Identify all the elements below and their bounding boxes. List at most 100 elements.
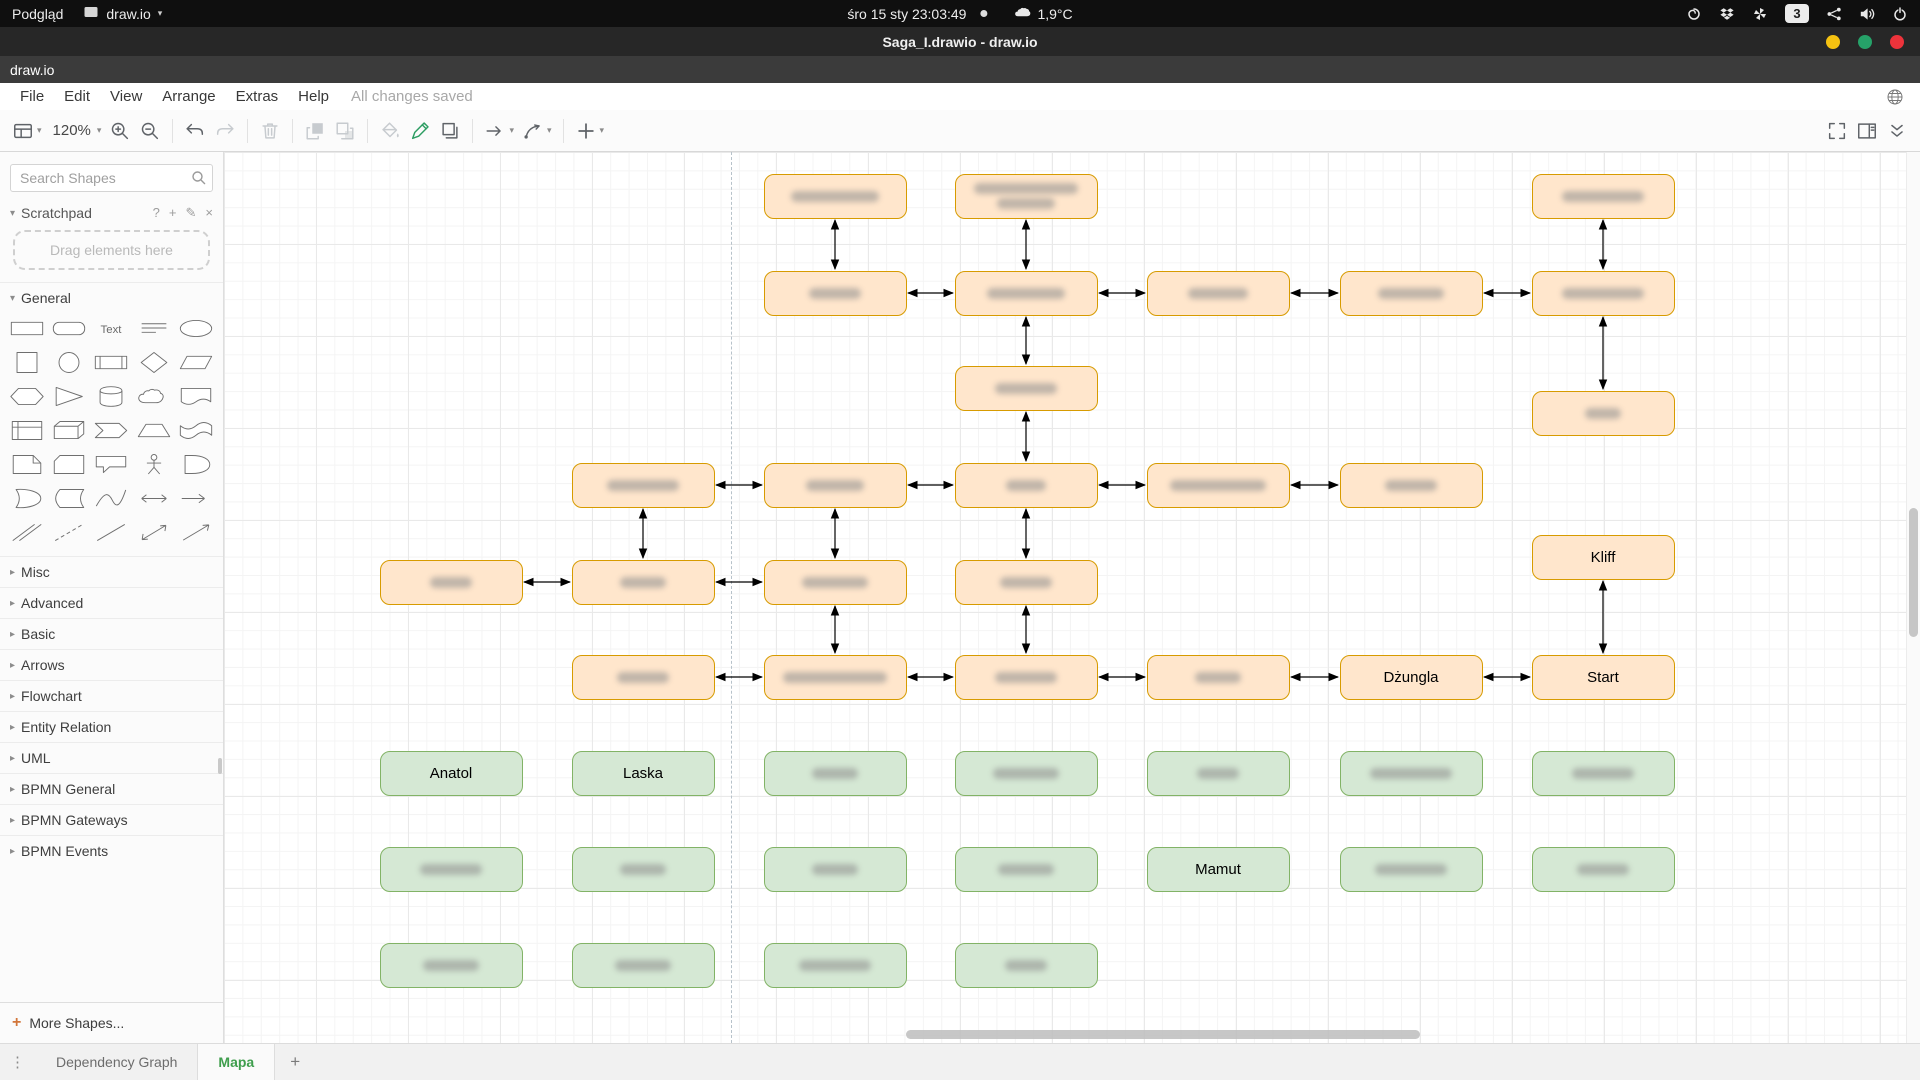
menu-file[interactable]: File: [10, 86, 54, 107]
diagram-node[interactable]: [380, 943, 523, 988]
diagram-node[interactable]: [955, 463, 1098, 508]
close-button[interactable]: [1890, 35, 1904, 49]
shape-data-storage[interactable]: [48, 485, 90, 512]
shape-line[interactable]: [90, 519, 132, 546]
fill-color-button[interactable]: [375, 115, 405, 147]
shape-textbox[interactable]: [133, 315, 175, 342]
spiral-icon[interactable]: [1686, 6, 1702, 22]
shape-callout[interactable]: [90, 451, 132, 478]
shape-step[interactable]: [90, 417, 132, 444]
search-shapes-input[interactable]: [10, 164, 213, 192]
shape-arrow[interactable]: [175, 485, 217, 512]
zoom-button[interactable]: 120%▾: [46, 115, 106, 147]
canvas[interactable]: KliffDżunglaStartAnatolLaskaMamut: [224, 152, 1920, 1043]
diagram-node[interactable]: [955, 560, 1098, 605]
diagram-node[interactable]: [572, 943, 715, 988]
shape-circle[interactable]: [48, 349, 90, 376]
shape-card[interactable]: [48, 451, 90, 478]
diagram-node[interactable]: [1532, 271, 1675, 316]
diagram-node-start[interactable]: Start: [1532, 655, 1675, 700]
page-tab-dependency-graph[interactable]: Dependency Graph: [36, 1044, 197, 1080]
shape-text[interactable]: Text: [90, 315, 132, 342]
diagram-node[interactable]: [1340, 847, 1483, 892]
section-basic[interactable]: ▸Basic: [0, 618, 223, 649]
sharing-icon[interactable]: [1826, 6, 1842, 22]
diagram-node[interactable]: [572, 655, 715, 700]
shape-cube[interactable]: [48, 417, 90, 444]
format-panel-button[interactable]: [1852, 115, 1882, 147]
section-entity-relation[interactable]: ▸Entity Relation: [0, 711, 223, 742]
diagram-node[interactable]: [1340, 271, 1483, 316]
weather-applet[interactable]: 1,9°C: [1013, 4, 1072, 23]
page-tab-mapa[interactable]: Mapa: [197, 1044, 275, 1080]
shape-internal-storage[interactable]: [6, 417, 48, 444]
insert-button[interactable]: ▾: [571, 115, 609, 147]
diagram-node[interactable]: [955, 847, 1098, 892]
view-button[interactable]: ▾: [8, 115, 46, 147]
diagram-node[interactable]: [764, 655, 907, 700]
scratchpad-dropzone[interactable]: Drag elements here: [13, 230, 210, 270]
diagram-node[interactable]: [380, 560, 523, 605]
collapse-button[interactable]: [1882, 115, 1912, 147]
diagram-node[interactable]: [1147, 271, 1290, 316]
shape-parallelogram[interactable]: [175, 349, 217, 376]
diagram-node[interactable]: [1340, 463, 1483, 508]
diagram-node[interactable]: [572, 847, 715, 892]
fullscreen-button[interactable]: [1822, 115, 1852, 147]
shape-triangle[interactable]: [48, 383, 90, 410]
dropbox-icon[interactable]: [1719, 6, 1735, 22]
diagram-node[interactable]: [380, 847, 523, 892]
scratchpad-help-icon[interactable]: ?: [153, 205, 160, 221]
shape-tape[interactable]: [175, 417, 217, 444]
language-globe-icon[interactable]: [1886, 88, 1910, 106]
diagram-node[interactable]: [764, 174, 907, 219]
menu-help[interactable]: Help: [288, 86, 339, 107]
diagram-node[interactable]: [955, 174, 1098, 219]
menu-extras[interactable]: Extras: [226, 86, 289, 107]
shape-rectangle[interactable]: [6, 315, 48, 342]
redo-button[interactable]: [210, 115, 240, 147]
shape-or[interactable]: [175, 451, 217, 478]
diagram-node[interactable]: [764, 560, 907, 605]
diagram-node-dżungla[interactable]: Dżungla: [1340, 655, 1483, 700]
shape-hexagon[interactable]: [6, 383, 48, 410]
shape-bidirectional-arrow[interactable]: [133, 485, 175, 512]
maximize-button[interactable]: [1858, 35, 1872, 49]
shape-square[interactable]: [6, 349, 48, 376]
freehand-button[interactable]: [405, 115, 435, 147]
scratchpad-close-icon[interactable]: ×: [205, 205, 213, 221]
diagram-node[interactable]: [1532, 174, 1675, 219]
delete-button[interactable]: [255, 115, 285, 147]
to-back-button[interactable]: [330, 115, 360, 147]
shape-and[interactable]: [6, 485, 48, 512]
section-flowchart[interactable]: ▸Flowchart: [0, 680, 223, 711]
diagram-node[interactable]: [764, 463, 907, 508]
section-advanced[interactable]: ▸Advanced: [0, 587, 223, 618]
sidebar-resize-handle[interactable]: [218, 758, 222, 774]
shape-diamond[interactable]: [133, 349, 175, 376]
section-bpmn-general[interactable]: ▸BPMN General: [0, 773, 223, 804]
scratchpad-edit-icon[interactable]: ✎: [186, 205, 197, 221]
waypoints-button[interactable]: ▾: [518, 115, 556, 147]
shape-bidirectional-connector[interactable]: [133, 519, 175, 546]
section-uml[interactable]: ▸UML: [0, 742, 223, 773]
shape-actor[interactable]: [133, 451, 175, 478]
diagram-node[interactable]: [572, 463, 715, 508]
diagram-node-mamut[interactable]: Mamut: [1147, 847, 1290, 892]
diagram-node[interactable]: [1340, 751, 1483, 796]
zoom-out-button[interactable]: [135, 115, 165, 147]
to-front-button[interactable]: [300, 115, 330, 147]
add-page-button[interactable]: +: [275, 1044, 315, 1080]
shape-document[interactable]: [175, 383, 217, 410]
diagram-node-anatol[interactable]: Anatol: [380, 751, 523, 796]
shape-cylinder[interactable]: [90, 383, 132, 410]
shape-directional-connector[interactable]: [175, 519, 217, 546]
more-shapes-button[interactable]: + More Shapes...: [0, 1002, 223, 1043]
diagram-node[interactable]: [1532, 751, 1675, 796]
shadow-button[interactable]: [435, 115, 465, 147]
diagram-node[interactable]: [764, 847, 907, 892]
diagram-node[interactable]: [955, 751, 1098, 796]
diagram-node-laska[interactable]: Laska: [572, 751, 715, 796]
clock[interactable]: śro 15 sty 23:03:49: [847, 6, 987, 22]
window-titlebar[interactable]: Saga_I.drawio - draw.io: [0, 27, 1920, 56]
